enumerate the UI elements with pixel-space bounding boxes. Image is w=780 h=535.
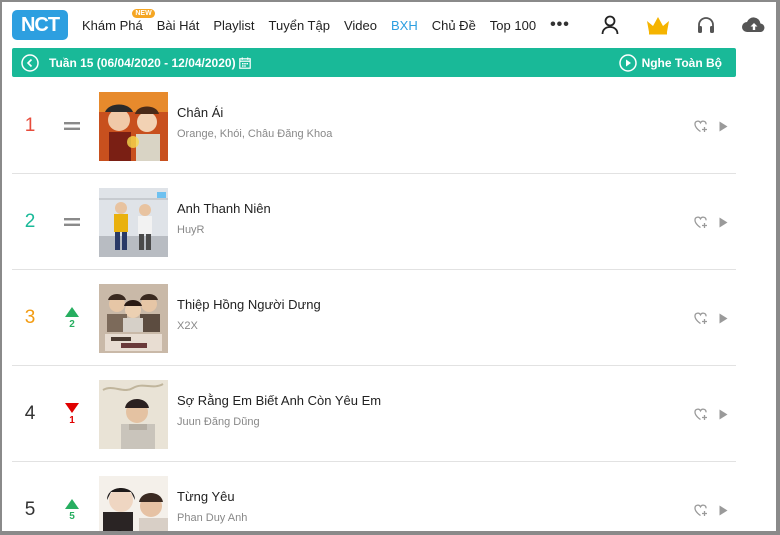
nct-logo[interactable]: NCT [12, 10, 68, 40]
chart-list: 1 Chân Ái Orange, Khói, Châu Đăng Khoa 2… [12, 78, 736, 531]
trend-up: 5 [60, 462, 84, 531]
user-icon[interactable] [586, 15, 634, 35]
nav-video[interactable]: Video [344, 18, 377, 33]
chart-row-4[interactable]: 4 1 Sợ Rằng Em Biết Anh Còn Yêu Em Juun … [12, 366, 736, 462]
row-actions [694, 78, 728, 174]
rank-change: 5 [69, 510, 75, 522]
trend-down-icon [65, 402, 79, 413]
row-actions [694, 366, 728, 462]
song-artist[interactable]: HuyR [177, 224, 205, 236]
song-thumbnail[interactable] [99, 380, 168, 449]
play-icon[interactable] [719, 313, 728, 324]
chart-row-1[interactable]: 1 Chân Ái Orange, Khói, Châu Đăng Khoa [12, 78, 736, 174]
trend-down: 1 [60, 366, 84, 462]
week-title: Tuần 15 (06/04/2020 - 12/04/2020) [49, 55, 236, 70]
rank-change: 1 [69, 414, 75, 426]
chart-row-2[interactable]: 2 Anh Thanh Niên HuyR [12, 174, 736, 270]
song-thumbnail[interactable] [99, 284, 168, 353]
nav-playlist[interactable]: Playlist [213, 18, 254, 33]
add-to-favorites-icon[interactable] [694, 312, 709, 325]
song-title[interactable]: Sợ Rằng Em Biết Anh Còn Yêu Em [177, 393, 381, 408]
headphones-icon[interactable] [682, 15, 730, 35]
chart-row-5[interactable]: 5 5 Từng Yêu Phan Duy Anh [12, 462, 736, 531]
rank-number: 2 [24, 211, 36, 232]
rank-number: 4 [24, 403, 36, 424]
more-menu-icon[interactable]: ••• [550, 16, 570, 34]
row-actions [694, 174, 728, 270]
app-frame: NCT Khám Phá NEW Bài Hát Playlist Tuyển … [0, 0, 780, 535]
trend-up-icon [65, 306, 79, 317]
song-artist[interactable]: Phan Duy Anh [177, 512, 247, 524]
song-artist[interactable]: Orange, Khói, Châu Đăng Khoa [177, 128, 332, 140]
play-icon[interactable] [719, 409, 728, 420]
nav-bai-hat[interactable]: Bài Hát [157, 18, 200, 33]
song-title[interactable]: Từng Yêu [177, 489, 235, 504]
play-all-button[interactable]: Nghe Toàn Bộ [618, 48, 722, 77]
rank-change: 2 [69, 318, 75, 330]
play-all-label: Nghe Toàn Bộ [641, 55, 722, 70]
song-thumbnail[interactable] [99, 92, 168, 161]
rank-number: 5 [24, 499, 36, 520]
header-icons [586, 2, 776, 48]
play-icon[interactable] [719, 505, 728, 516]
song-title[interactable]: Chân Ái [177, 105, 223, 120]
rank-number: 3 [24, 307, 36, 328]
calendar-icon[interactable] [238, 57, 251, 69]
song-thumbnail[interactable] [99, 188, 168, 257]
rank-number: 1 [24, 115, 36, 136]
row-actions [694, 270, 728, 366]
add-to-favorites-icon[interactable] [694, 504, 709, 517]
chart-row-3[interactable]: 3 2 Thiệp Hồng Người Dưng X2X [12, 270, 736, 366]
song-thumbnail[interactable] [99, 476, 168, 531]
new-badge: NEW [132, 8, 155, 18]
song-artist[interactable]: Juun Đăng Dũng [177, 416, 260, 428]
main-nav: Khám Phá NEW Bài Hát Playlist Tuyển Tập … [82, 2, 584, 48]
add-to-favorites-icon[interactable] [694, 408, 709, 421]
top-nav-bar: NCT Khám Phá NEW Bài Hát Playlist Tuyển … [2, 2, 776, 48]
add-to-favorites-icon[interactable] [694, 120, 709, 133]
nav-bxh[interactable]: BXH [391, 18, 418, 33]
song-artist[interactable]: X2X [177, 320, 198, 332]
trend-same-icon [60, 78, 84, 174]
previous-week-icon[interactable] [21, 53, 39, 72]
play-circle-icon [618, 53, 637, 72]
trend-same-icon [60, 174, 84, 270]
song-title[interactable]: Anh Thanh Niên [177, 201, 271, 216]
add-to-favorites-icon[interactable] [694, 216, 709, 229]
nav-label: Khám Phá [82, 17, 143, 33]
upload-cloud-icon[interactable] [730, 15, 776, 35]
nav-chu-de[interactable]: Chủ Đề [432, 18, 476, 33]
crown-icon[interactable] [634, 15, 682, 35]
nav-top-100[interactable]: Top 100 [490, 18, 536, 33]
trend-up-icon [65, 498, 79, 509]
row-actions [694, 462, 728, 531]
trend-up: 2 [60, 270, 84, 366]
play-icon[interactable] [719, 217, 728, 228]
song-title[interactable]: Thiệp Hồng Người Dưng [177, 297, 321, 312]
play-icon[interactable] [719, 121, 728, 132]
week-bar: Tuần 15 (06/04/2020 - 12/04/2020) Nghe T… [12, 48, 736, 77]
nav-kham-pha[interactable]: Khám Phá NEW [82, 8, 155, 33]
nav-tuyen-tap[interactable]: Tuyển Tập [269, 18, 330, 33]
